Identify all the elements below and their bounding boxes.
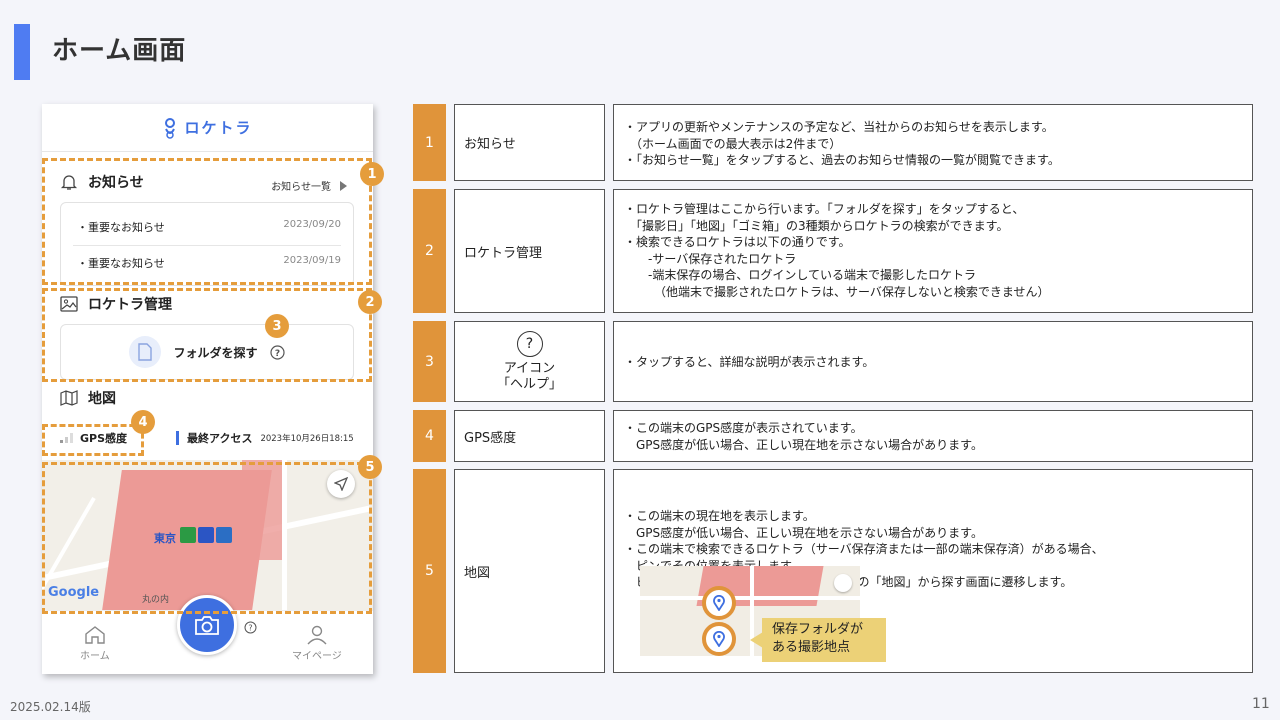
pin-callout: 保存フォルダが ある撮影地点: [762, 618, 886, 662]
row-number: 5: [413, 469, 446, 673]
row-name: GPS感度: [454, 410, 605, 462]
user-icon: [307, 625, 327, 645]
highlight-map: [42, 462, 372, 614]
page-title: ホーム画面: [52, 36, 187, 66]
map-heading: 地図: [60, 388, 116, 408]
last-access-label: 最終アクセス: [187, 432, 253, 445]
app-logo-text: ロケトラ: [184, 119, 253, 137]
locatra-logo-icon: [165, 117, 176, 139]
folder-pin-icon: [702, 586, 736, 620]
folder-pin-icon: [702, 622, 736, 656]
highlight-notice: [42, 158, 372, 285]
callout-badge: 2: [358, 290, 382, 314]
last-access: 最終アクセス 2023年10月26日18:15: [176, 430, 354, 446]
nav-mypage-label: マイページ: [292, 651, 342, 662]
row-name-line: アイコン: [503, 360, 556, 376]
svg-text:?: ?: [248, 624, 252, 633]
row-name: お知らせ: [454, 104, 605, 181]
row-number: 2: [413, 189, 446, 313]
row-name: ? アイコン 「ヘルプ」: [454, 321, 605, 402]
row-description: ・この端末のGPS感度が表示されています。 GPS感度が低い場合、正しい現在地を…: [613, 410, 1253, 462]
row-name: ロケトラ管理: [454, 189, 605, 313]
row-description: ・ロケトラ管理はここから行います。「フォルダを探す」をタップすると、 「撮影日」…: [613, 189, 1253, 313]
row-number: 1: [413, 104, 446, 181]
row-name-line: 「ヘルプ」: [496, 376, 562, 392]
title-accent-bar: [14, 24, 30, 80]
row-description: ・この端末の現在地を表示します。 GPS感度が低い場合、正しい現在地を示さない場…: [613, 469, 1253, 673]
access-marker: [176, 431, 179, 445]
highlight-gps: [42, 424, 144, 456]
row-number: 3: [413, 321, 446, 402]
callout-badge: 1: [360, 162, 384, 186]
navigation-arrow-icon: [834, 574, 852, 592]
nav-home-label: ホーム: [80, 651, 110, 662]
camera-icon: [195, 616, 219, 635]
help-icon: ?: [516, 330, 543, 357]
row-number: 4: [413, 410, 446, 462]
callout-badge: 3: [265, 314, 289, 338]
map-heading-label: 地図: [88, 391, 116, 407]
nav-home[interactable]: ホーム: [80, 625, 110, 662]
row-description: ・タップすると、詳細な説明が表示されます。: [613, 321, 1253, 402]
callout-badge: 5: [358, 455, 382, 479]
last-access-value: 2023年10月26日18:15: [260, 434, 354, 444]
nav-mypage[interactable]: マイページ: [292, 625, 342, 662]
help-icon[interactable]: ?: [244, 621, 257, 634]
version-label: 2025.02.14版: [10, 700, 91, 714]
app-header: ロケトラ: [42, 104, 373, 152]
bottom-nav: ホーム ? マイページ: [42, 595, 373, 674]
row-name: 地図: [454, 469, 605, 673]
highlight-locatra: [42, 288, 372, 382]
map-icon: [60, 390, 78, 406]
callout-badge: 4: [131, 410, 155, 434]
page-number: 11: [1252, 696, 1270, 712]
home-icon: [85, 626, 105, 644]
row-description: ・アプリの更新やメンテナンスの予定など、当社からのお知らせを表示します。 （ホー…: [613, 104, 1253, 181]
